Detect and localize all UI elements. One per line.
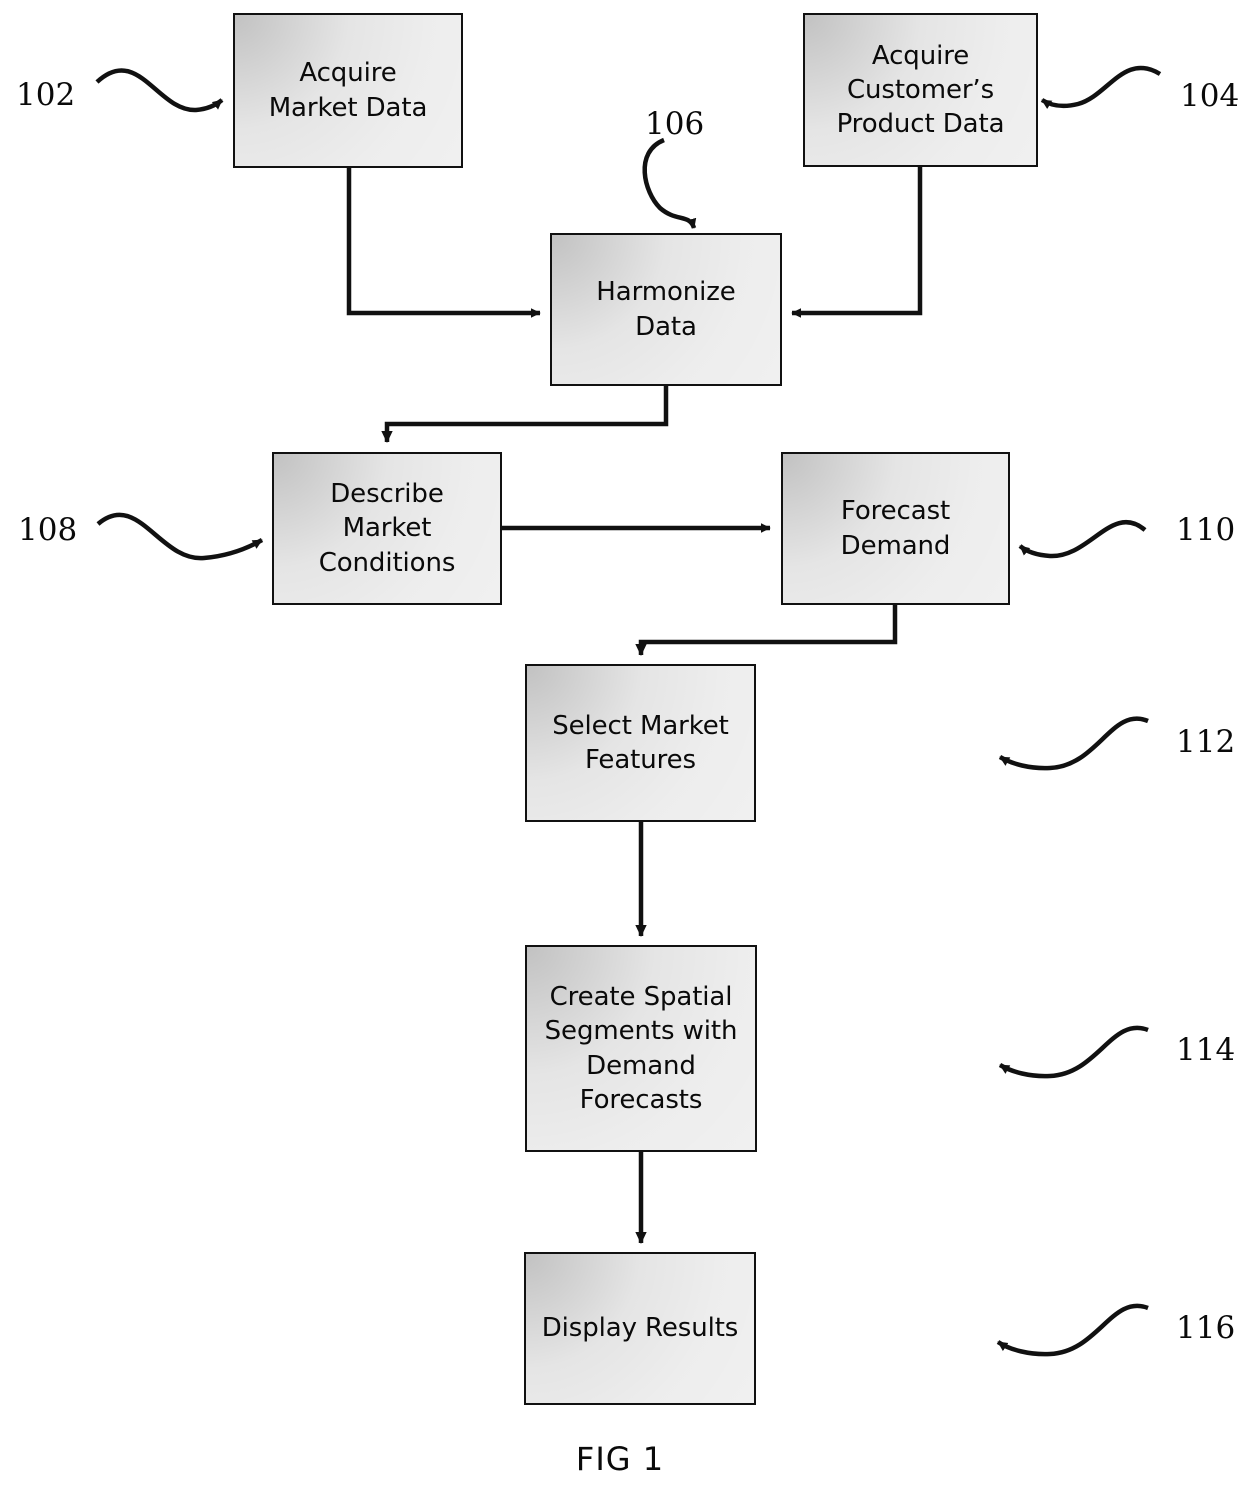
edge-acquire-market-to-harmonize — [346, 168, 541, 318]
figure-caption: FIG 1 — [575, 1440, 665, 1478]
node-label: Acquire Market Data — [268, 58, 428, 123]
node-select-market-features[interactable]: Select Market Features — [525, 664, 756, 822]
leader-110 — [1018, 520, 1147, 559]
leader-114 — [998, 1025, 1149, 1079]
node-label: Select Market Features — [552, 710, 729, 775]
node-harmonize-data[interactable]: Harmonize Data — [550, 233, 782, 386]
leader-102 — [95, 68, 224, 113]
leader-106 — [642, 137, 697, 229]
ref-numeral-106: 106 — [645, 106, 705, 142]
patent-flowchart-figure: Acquire Market Data Acquire Customer’s P… — [0, 0, 1240, 1503]
node-label: Acquire Customer’s Product Data — [836, 40, 1005, 140]
leader-108 — [96, 512, 264, 561]
node-describe-market-conditions[interactable]: Describe Market Conditions — [272, 452, 502, 605]
ref-numeral-114: 114 — [1176, 1032, 1236, 1068]
edge-acquire-customer-to-harmonize — [791, 167, 923, 318]
node-forecast-demand[interactable]: Forecast Demand — [781, 452, 1010, 605]
node-label: Harmonize Data — [596, 277, 736, 342]
leader-116 — [996, 1303, 1149, 1357]
node-label: Describe Market Conditions — [318, 479, 456, 578]
node-label: Forecast Demand — [840, 496, 951, 561]
node-acquire-customer-product-data[interactable]: Acquire Customer’s Product Data — [803, 13, 1038, 167]
leader-104 — [1040, 65, 1162, 110]
node-label: Display Results — [541, 1313, 739, 1344]
ref-numeral-102: 102 — [16, 77, 76, 113]
leader-112 — [998, 716, 1149, 771]
ref-numeral-112: 112 — [1176, 724, 1236, 760]
node-label: Create Spatial Segments with Demand Fore… — [544, 981, 738, 1115]
ref-numeral-116: 116 — [1176, 1310, 1236, 1346]
edge-harmonize-to-describe — [381, 386, 669, 443]
node-acquire-market-data[interactable]: Acquire Market Data — [233, 13, 463, 168]
ref-numeral-104: 104 — [1180, 78, 1240, 114]
node-display-results[interactable]: Display Results — [524, 1252, 756, 1405]
node-create-spatial-segments[interactable]: Create Spatial Segments with Demand Fore… — [525, 945, 757, 1152]
ref-numeral-108: 108 — [18, 512, 78, 548]
edge-forecast-to-select — [635, 605, 898, 656]
ref-numeral-110: 110 — [1176, 512, 1236, 548]
